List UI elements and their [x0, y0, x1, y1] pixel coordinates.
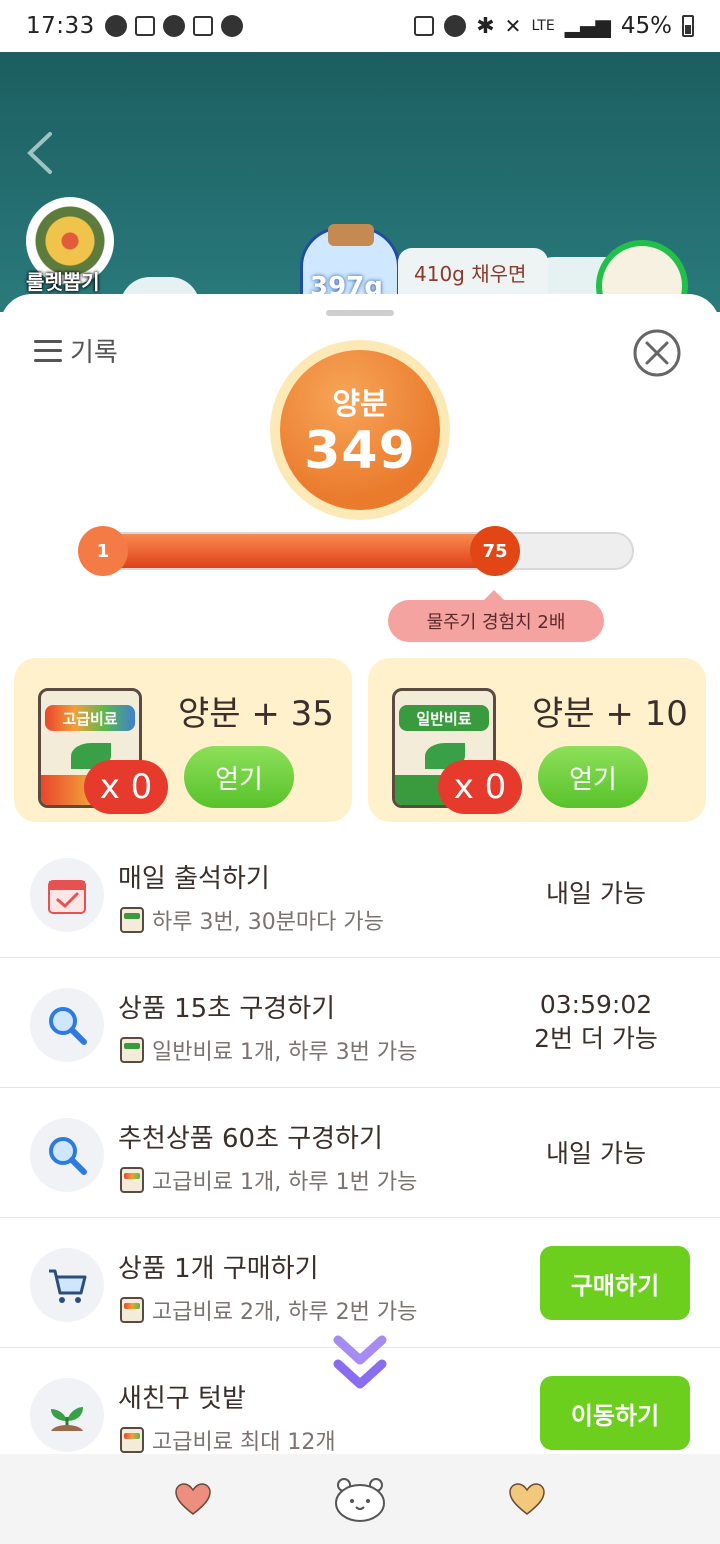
- menu-icon: [34, 339, 62, 362]
- person-icon: [162, 15, 185, 37]
- fertilizer-count-badge: x 0: [438, 760, 522, 814]
- notification-icons: [104, 15, 243, 37]
- task-timer: 03:59:02: [539, 990, 653, 1019]
- task-sub-text: 고급비료 1개, 하루 1번 가능: [152, 1170, 418, 1195]
- image-icon: [192, 16, 213, 36]
- alarm-icon: [444, 15, 467, 37]
- bonus-tip: 물주기 경험치 2배: [388, 590, 604, 642]
- task-sub-text: 고급비료 최대 12개: [152, 1430, 336, 1454]
- task-sub: 고급비료 최대 12개: [120, 1424, 336, 1454]
- heart-icon: [508, 1483, 545, 1515]
- task-status: 내일 가능: [546, 879, 646, 908]
- cloud-icon: [220, 15, 243, 37]
- level-progress-bar: 1 75: [78, 526, 634, 576]
- premium-fertilizer-icon: [120, 1167, 144, 1193]
- network-label: LTE: [531, 18, 555, 34]
- record-label: 기록: [70, 338, 118, 368]
- heart-icon: [175, 1483, 212, 1515]
- battery-text: 45%: [620, 13, 672, 39]
- bag-label: 고급비료: [45, 705, 135, 731]
- progress-start-knob: 1: [78, 526, 128, 576]
- talk-icon: [104, 15, 127, 37]
- lock-icon: [134, 16, 155, 36]
- task-sub: 일반비료 1개, 하루 3번 가능: [120, 1034, 417, 1066]
- bag-label: 일반비료: [399, 705, 489, 731]
- task-purchase: 상품 1개 구매하기 고급비료 2개, 하루 2번 가능 구매하기: [0, 1218, 720, 1348]
- nutrient-circle: 양분 349: [270, 340, 450, 520]
- task-daily-checkin[interactable]: 매일 출석하기 하루 3번, 30분마다 가능 내일 가능: [0, 828, 720, 958]
- fertilizer-title: 양분 + 10: [532, 694, 688, 734]
- bonus-tip-text: 물주기 경험치 2배: [426, 612, 566, 633]
- task-sub-text: 고급비료 2개, 하루 2번 가능: [152, 1300, 418, 1325]
- task-sub: 하루 3번, 30분마다 가능: [120, 904, 384, 936]
- signal-icon: ▂▄▆: [564, 14, 611, 38]
- nutrient-sheet: 기록 양분 349 1 75 물주기 경험치 2배 고급비료 x 0 양분 + …: [0, 294, 720, 1454]
- double-chevron-down-icon[interactable]: [332, 1330, 388, 1396]
- nutrient-value: 349: [304, 421, 416, 481]
- task-sub-text: 일반비료 1개, 하루 3번 가능: [152, 1040, 418, 1065]
- purchase-button[interactable]: 구매하기: [540, 1246, 690, 1320]
- nav-heart-left[interactable]: [163, 1469, 223, 1529]
- cart-icon: [30, 1248, 104, 1322]
- task-sub: 고급비료 2개, 하루 2번 가능: [120, 1294, 417, 1326]
- progress-current-knob: 75: [470, 526, 520, 576]
- task-title: 매일 출석하기: [118, 864, 270, 894]
- sprout-icon: [30, 1378, 104, 1452]
- nutrient-label: 양분: [332, 387, 388, 422]
- fertilizer-count-badge: x 0: [84, 760, 168, 814]
- premium-fertilizer-icon: [120, 1297, 144, 1323]
- record-button[interactable]: 기록: [34, 332, 118, 369]
- get-normal-button[interactable]: 얻기: [538, 746, 648, 808]
- task-view-60s[interactable]: 추천상품 60초 구경하기 고급비료 1개, 하루 1번 가능 내일 가능: [0, 1088, 720, 1218]
- calendar-icon: [30, 858, 104, 932]
- move-button[interactable]: 이동하기: [540, 1376, 690, 1450]
- recycle-icon: [414, 16, 435, 36]
- normal-fertilizer-card: 일반비료 x 0 양분 + 10 얻기: [368, 658, 706, 822]
- search-icon: [30, 1118, 104, 1192]
- mute-icon: ✕: [504, 14, 522, 38]
- status-bar: 17:33 ✱ ✕ LTE ▂▄▆ 45%: [0, 0, 720, 52]
- premium-fertilizer-card: 고급비료 x 0 양분 + 35 얻기: [14, 658, 352, 822]
- task-title: 상품 1개 구매하기: [118, 1254, 319, 1284]
- system-icons: ✱ ✕ LTE ▂▄▆ 45%: [414, 13, 694, 39]
- task-sub: 고급비료 1개, 하루 1번 가능: [120, 1164, 417, 1196]
- close-icon[interactable]: [632, 328, 682, 378]
- game-background: 룰렛뽑기 397g 410g 채우면: [0, 52, 720, 312]
- normal-fertilizer-icon: [120, 1037, 144, 1063]
- task-sub-text: 하루 3번, 30분마다 가능: [152, 910, 384, 935]
- nutrient-inner: 양분 349: [280, 350, 440, 510]
- bear-icon: [334, 1478, 385, 1522]
- task-title: 새친구 텃밭: [118, 1384, 246, 1414]
- sheet-handle[interactable]: [326, 310, 394, 316]
- search-icon: [30, 988, 104, 1062]
- progress-fill: [80, 534, 511, 568]
- roulette-label: 룰렛뽑기: [26, 270, 100, 294]
- get-premium-button[interactable]: 얻기: [184, 746, 294, 808]
- nav-heart-right[interactable]: [497, 1469, 557, 1529]
- back-chevron-icon[interactable]: [24, 130, 54, 176]
- nav-bear[interactable]: [330, 1469, 390, 1529]
- task-view-15s[interactable]: 상품 15초 구경하기 일반비료 1개, 하루 3번 가능 03:59:02 2…: [0, 958, 720, 1088]
- task-status: 내일 가능: [546, 1139, 646, 1168]
- bluetooth-icon: ✱: [476, 13, 495, 39]
- premium-fertilizer-icon: [120, 1427, 144, 1453]
- task-status: 03:59:02 2번 더 가능: [516, 988, 676, 1056]
- jar-lid: [328, 224, 374, 246]
- normal-fertilizer-icon: [120, 907, 144, 933]
- task-remaining: 2번 더 가능: [534, 1024, 658, 1053]
- task-title: 추천상품 60초 구경하기: [118, 1124, 383, 1154]
- bottom-nav: [0, 1454, 720, 1544]
- task-title: 상품 15초 구경하기: [118, 994, 336, 1024]
- goal-bubble-text: 410g 채우면: [414, 262, 527, 286]
- battery-icon: [682, 15, 694, 37]
- status-time: 17:33: [26, 13, 95, 39]
- fertilizer-title: 양분 + 35: [178, 694, 334, 734]
